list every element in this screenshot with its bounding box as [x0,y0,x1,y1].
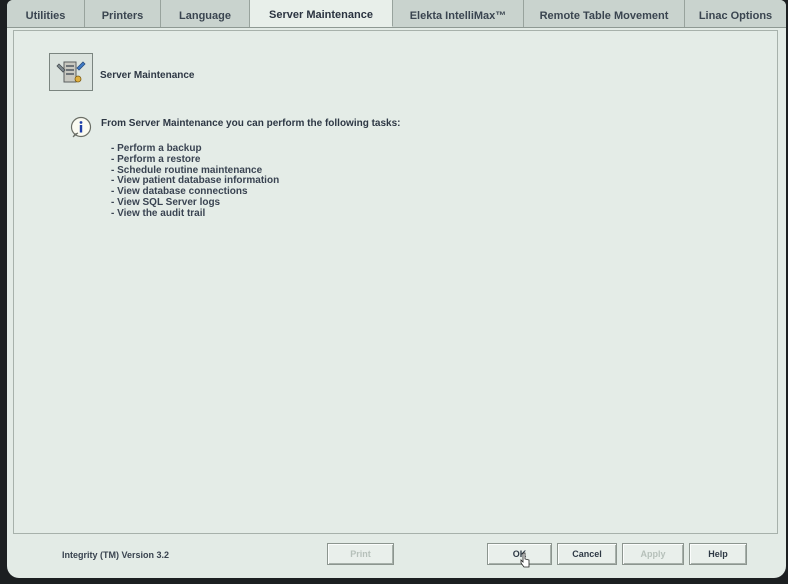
tab-linac-options[interactable]: Linac Options [685,0,786,27]
page-title: Server Maintenance [100,70,195,81]
tab-language[interactable]: Language [161,0,250,27]
tab-elekta-intellimax[interactable]: Elekta IntelliMax™ [393,0,524,27]
application-window: Utilities Printers Language Server Maint… [7,0,786,578]
list-item: - View the audit trail [111,207,206,219]
info-intro-text: From Server Maintenance you can perform … [101,118,401,129]
tab-remote-table-movement[interactable]: Remote Table Movement [524,0,685,27]
cancel-button[interactable]: Cancel [557,543,617,565]
tab-utilities[interactable]: Utilities [7,0,85,27]
server-maintenance-icon [49,53,93,91]
task-list: - Perform a backup - Perform a restore -… [111,143,279,220]
apply-button[interactable]: Apply [622,543,684,565]
list-item: - Perform a restore [111,153,201,165]
help-button[interactable]: Help [689,543,747,565]
info-icon [70,116,92,138]
print-button[interactable]: Print [327,543,394,565]
tab-server-maintenance[interactable]: Server Maintenance [250,0,393,27]
version-label: Integrity (TM) Version 3.2 [62,550,170,560]
tab-bar: Utilities Printers Language Server Maint… [7,0,786,28]
content-panel: Server Maintenance From Server Maintenan… [13,30,778,534]
tab-printers[interactable]: Printers [85,0,161,27]
mouse-cursor-icon [520,552,530,568]
